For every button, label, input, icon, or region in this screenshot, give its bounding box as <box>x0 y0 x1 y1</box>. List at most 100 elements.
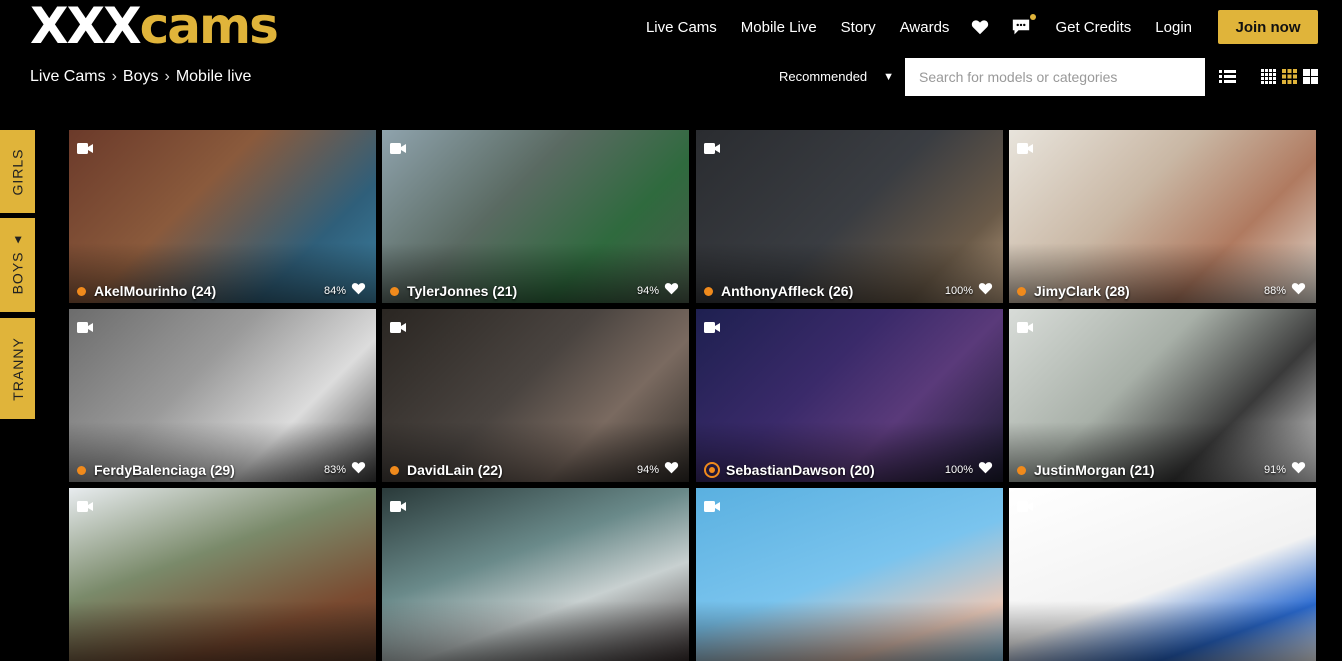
thumbnail-overlay <box>696 601 1003 661</box>
model-rating: 88% <box>1263 285 1286 297</box>
online-status-dot <box>390 286 399 296</box>
model-rating: 94% <box>636 285 659 297</box>
heart-icon[interactable] <box>978 461 993 479</box>
breadcrumb-boys[interactable]: Boys <box>123 68 159 86</box>
model-card[interactable]: AkelMourinho (24) 84% <box>69 130 376 303</box>
model-card[interactable] <box>1009 488 1316 661</box>
model-rating: 83% <box>323 464 346 476</box>
video-camera-icon <box>390 141 406 159</box>
caret-icon: ◀ <box>12 235 23 244</box>
side-tab-boys-label: BOYS <box>9 251 26 295</box>
nav-mobile-live[interactable]: Mobile Live <box>741 19 817 36</box>
top-navigation: Live Cams Mobile Live Story Awards Get C… <box>622 10 1318 44</box>
medium-grid-icon[interactable] <box>1282 69 1297 89</box>
breadcrumb-live-cams[interactable]: Live Cams <box>30 68 106 86</box>
heart-icon[interactable] <box>1291 461 1306 479</box>
video-camera-icon <box>77 320 93 338</box>
heart-icon[interactable] <box>978 282 993 300</box>
nav-login[interactable]: Login <box>1155 19 1192 36</box>
model-card[interactable]: FerdyBalenciaga (29) 83% <box>69 309 376 482</box>
model-card[interactable]: JustinMorgan (21) 91% <box>1009 309 1316 482</box>
model-rating: 100% <box>944 285 973 297</box>
model-name: FerdyBalenciaga (29) <box>94 462 235 478</box>
notification-dot <box>1030 14 1037 20</box>
chevron-right-icon: › <box>111 68 117 85</box>
search-input[interactable] <box>905 58 1205 96</box>
model-info-bar: AkelMourinho (24) 84% <box>77 283 366 299</box>
model-name: JimyClark (28) <box>1034 283 1130 299</box>
online-status-dot <box>77 465 86 475</box>
heart-icon[interactable] <box>351 282 366 300</box>
model-info-bar: SebastianDawson (20) 100% <box>704 462 993 478</box>
video-camera-icon <box>390 320 406 338</box>
model-rating: 100% <box>944 464 973 476</box>
online-status-dot <box>1017 465 1026 475</box>
model-name: TylerJonnes (21) <box>407 283 518 299</box>
model-name: DavidLain (22) <box>407 462 503 478</box>
online-status-dot <box>1017 286 1026 296</box>
large-grid-icon[interactable] <box>1303 69 1318 89</box>
side-tab-boys[interactable]: BOYS ◀ <box>0 218 35 312</box>
model-card[interactable] <box>382 488 689 661</box>
side-tab-girls-label: GIRLS <box>9 147 26 196</box>
heart-icon[interactable] <box>1291 282 1306 300</box>
model-info-bar: AnthonyAffleck (26) 100% <box>704 283 993 299</box>
chat-icon[interactable] <box>1011 14 1037 36</box>
thumbnail-overlay <box>1009 601 1316 661</box>
heart-icon[interactable] <box>664 461 679 479</box>
chevron-right-icon: › <box>164 68 170 85</box>
video-camera-icon <box>1017 499 1033 517</box>
caret-down-icon: ▼ <box>883 70 895 83</box>
side-tab-tranny[interactable]: TRANNY <box>0 318 35 419</box>
nav-story[interactable]: Story <box>841 19 876 36</box>
model-info-bar: JustinMorgan (21) 91% <box>1017 462 1306 478</box>
video-camera-icon <box>1017 320 1033 338</box>
sort-dropdown[interactable]: Recommended ▼ <box>779 69 894 84</box>
video-camera-icon <box>704 320 720 338</box>
video-camera-icon <box>77 141 93 159</box>
thumbnail-overlay <box>382 601 689 661</box>
model-name: SebastianDawson (20) <box>726 462 875 478</box>
nav-live-cams[interactable]: Live Cams <box>646 19 717 36</box>
model-info-bar: TylerJonnes (21) 94% <box>390 283 679 299</box>
side-tab-tranny-label: TRANNY <box>9 336 26 401</box>
model-name: AnthonyAffleck (26) <box>721 283 854 299</box>
heart-icon[interactable] <box>664 282 679 300</box>
nav-awards[interactable]: Awards <box>900 19 950 36</box>
model-name: JustinMorgan (21) <box>1034 462 1155 478</box>
breadcrumb-mobile-live: Mobile live <box>175 68 252 85</box>
model-card[interactable]: JimyClark (28) 88% <box>1009 130 1316 303</box>
nav-get-credits[interactable]: Get Credits <box>1055 19 1131 36</box>
model-card[interactable]: SebastianDawson (20) 100% <box>696 309 1003 482</box>
logo-text-xxx: XXX <box>30 0 142 55</box>
online-status-dot <box>704 286 713 296</box>
video-camera-icon <box>390 499 406 517</box>
logo-text-cams: cams <box>139 0 279 55</box>
model-rating: 91% <box>1263 464 1286 476</box>
model-info-bar: JimyClark (28) 88% <box>1017 283 1306 299</box>
model-card[interactable] <box>696 488 1003 661</box>
heart-icon[interactable] <box>351 461 366 479</box>
list-view-icon[interactable] <box>1219 69 1236 89</box>
join-now-button[interactable]: Join now <box>1218 10 1318 44</box>
video-camera-icon <box>704 499 720 517</box>
model-info-bar: FerdyBalenciaga (29) 83% <box>77 462 366 478</box>
video-camera-icon <box>704 141 720 159</box>
site-logo[interactable]: XXX cams <box>30 0 279 55</box>
model-card[interactable]: DavidLain (22) 94% <box>382 309 689 482</box>
model-card[interactable]: TylerJonnes (21) 94% <box>382 130 689 303</box>
video-camera-icon <box>77 499 93 517</box>
side-tab-girls[interactable]: GIRLS <box>0 130 35 213</box>
model-card[interactable]: AnthonyAffleck (26) 100% <box>696 130 1003 303</box>
breadcrumb: Live Cams › Boys › Mobile live <box>30 68 251 86</box>
model-info-bar: DavidLain (22) 94% <box>390 462 679 478</box>
thumbnail-overlay <box>69 601 376 661</box>
model-name: AkelMourinho (24) <box>94 283 217 299</box>
model-card[interactable] <box>69 488 376 661</box>
online-status-dot <box>77 286 86 296</box>
model-rating: 84% <box>323 285 346 297</box>
sort-selected-value: Recommended <box>779 69 868 84</box>
video-camera-icon <box>1017 141 1033 159</box>
heart-icon[interactable] <box>971 19 989 35</box>
small-grid-icon[interactable] <box>1261 69 1276 89</box>
